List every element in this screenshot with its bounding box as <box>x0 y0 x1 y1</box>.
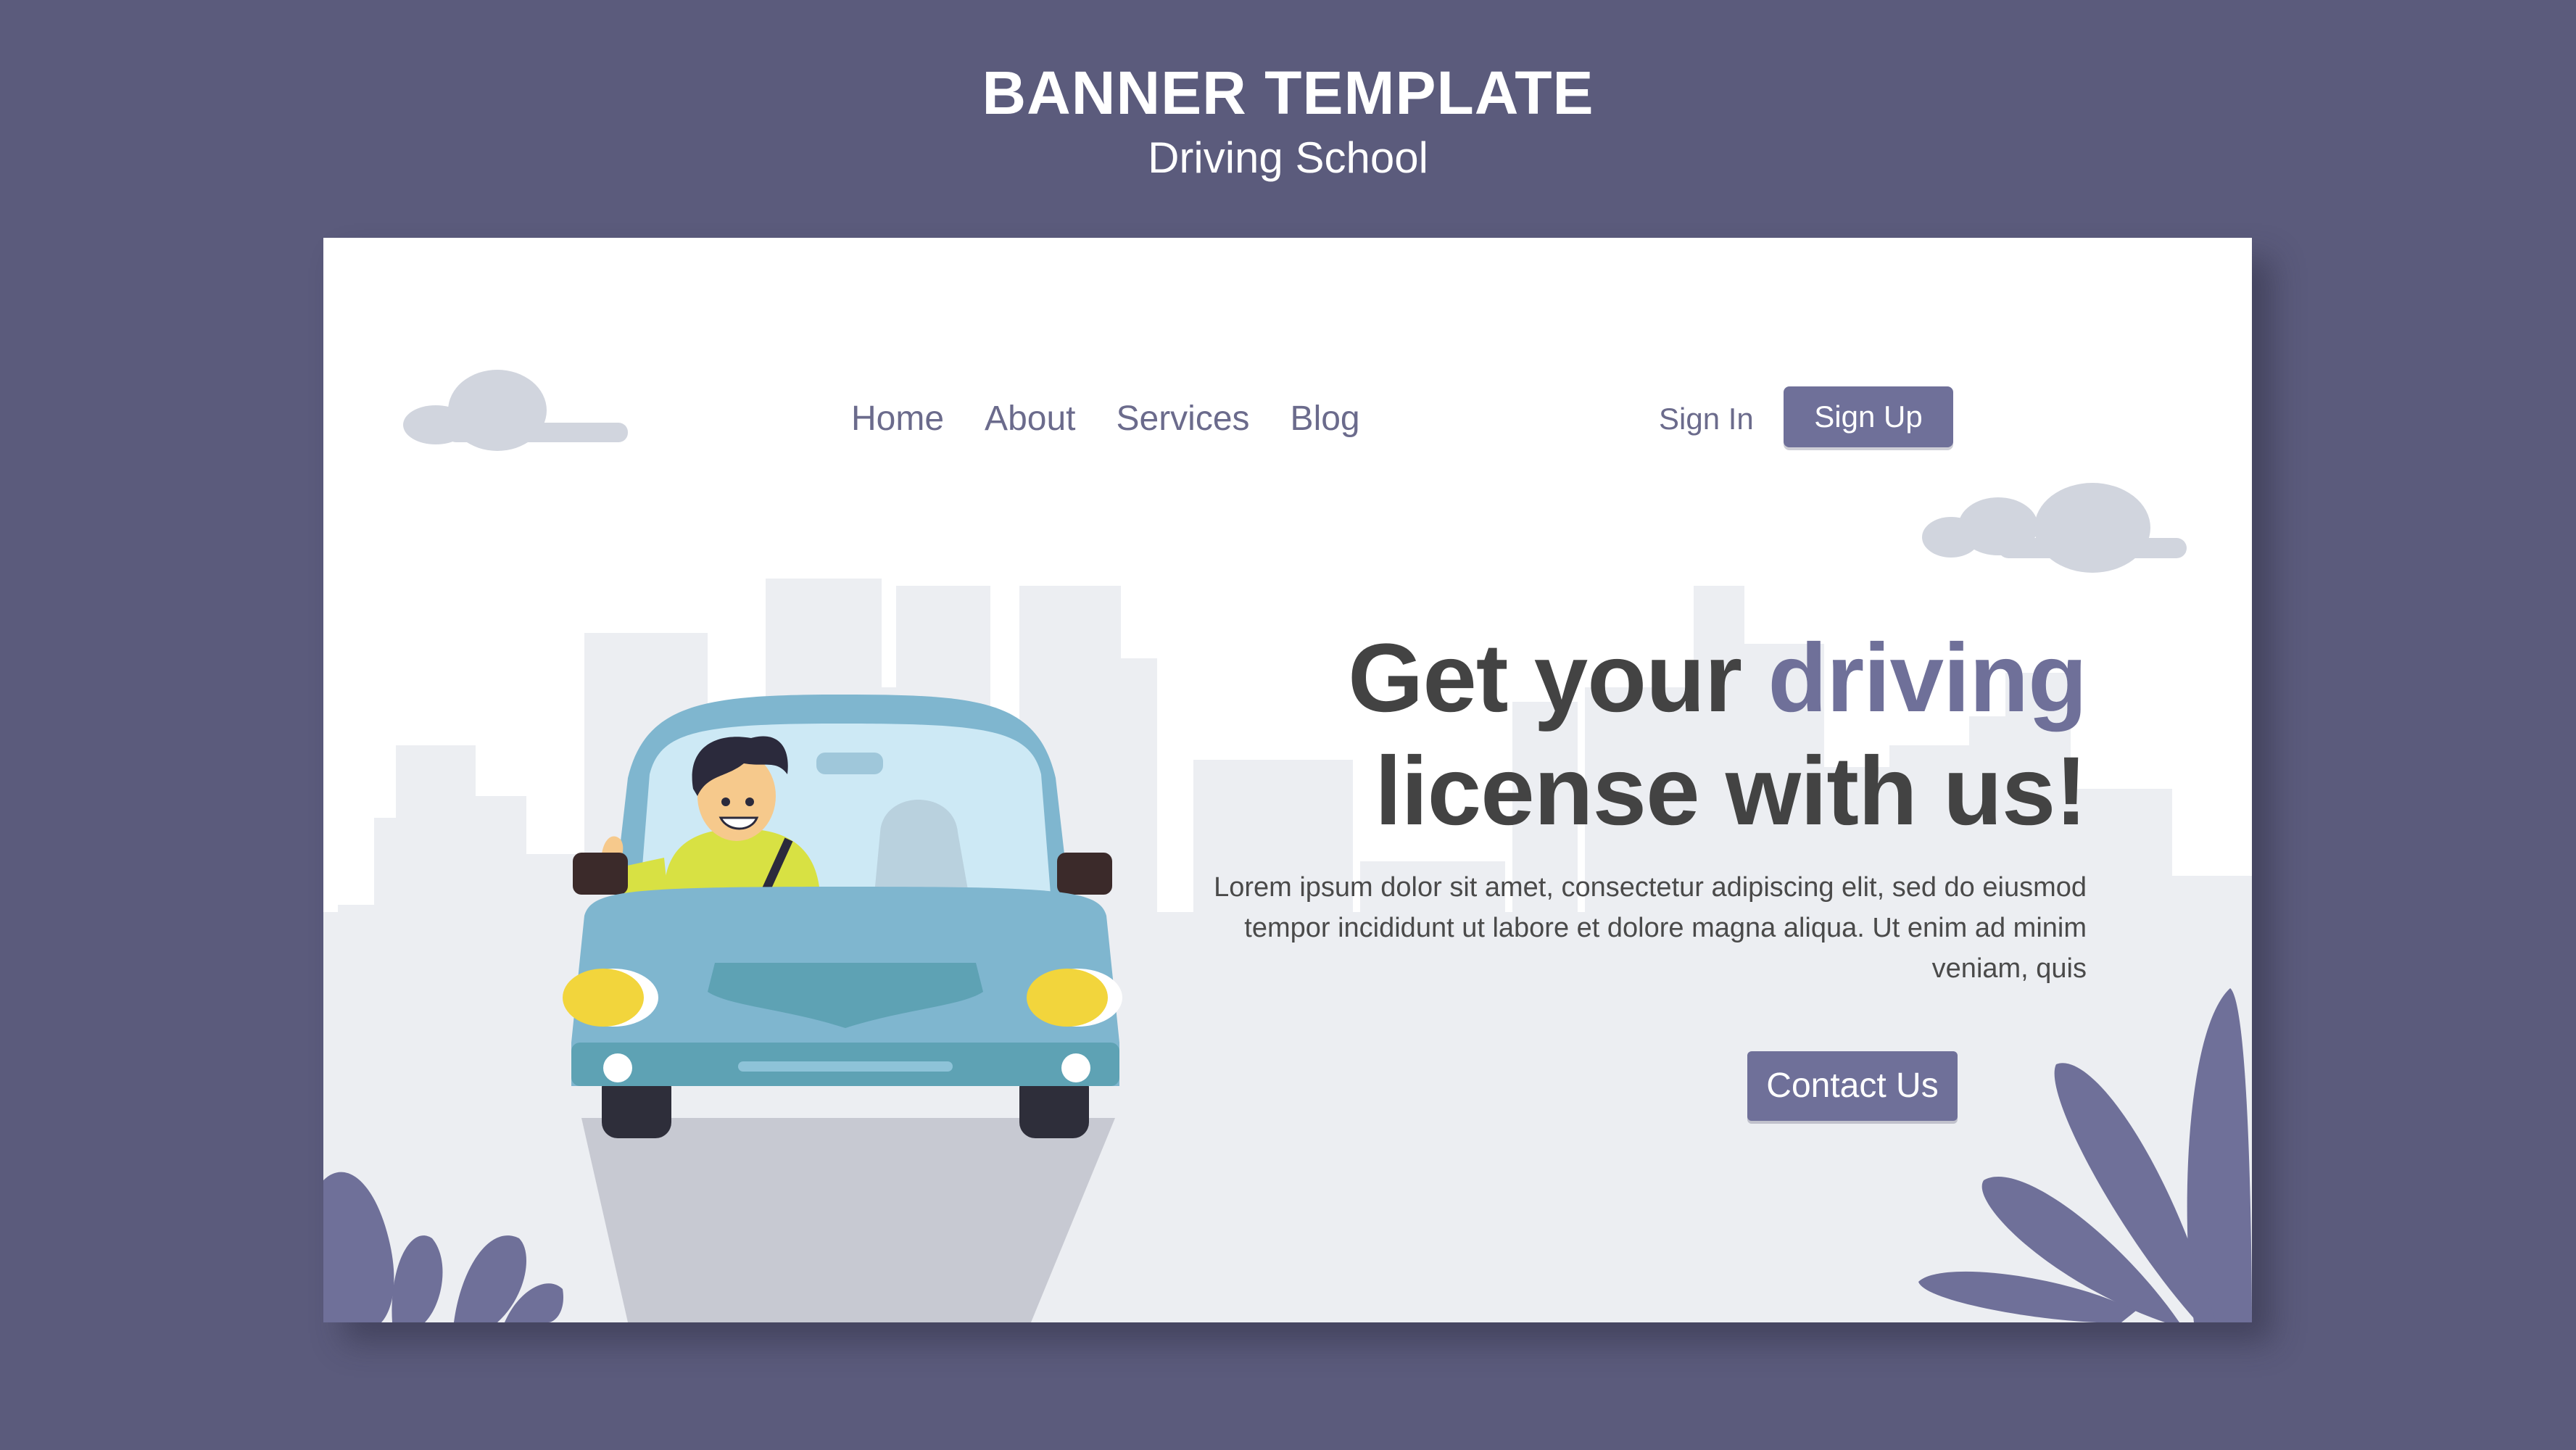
banner-subtitle: Driving School <box>1148 133 1428 182</box>
sign-up-button[interactable]: Sign Up <box>1784 386 1953 447</box>
nav-link-blog[interactable]: Blog <box>1291 390 1360 448</box>
contact-us-button[interactable]: Contact Us <box>1747 1051 1958 1121</box>
cloud-icon <box>403 370 628 451</box>
car-illustration <box>563 695 1122 1138</box>
headline-prefix: Get your <box>1348 624 1768 732</box>
cloud-icon <box>1922 483 2187 573</box>
headline-line-2: license with us! <box>1375 737 2087 845</box>
nav-link-services[interactable]: Services <box>1116 390 1249 448</box>
nav-link-about[interactable]: About <box>985 390 1075 448</box>
road <box>581 1118 1115 1322</box>
banner-title: BANNER TEMPLATE <box>982 59 1594 127</box>
headline-accent: driving <box>1768 624 2087 732</box>
hero-headline: Get your driving license with us! <box>1179 622 2087 848</box>
landing-page-card: Home About Services Blog Sign In Sign Up… <box>323 238 2252 1322</box>
nav-link-home[interactable]: Home <box>851 390 944 448</box>
hero-body-text: Lorem ipsum dolor sit amet, consectetur … <box>1214 872 2087 984</box>
sign-in-link[interactable]: Sign In <box>1659 390 1754 448</box>
main-navigation: Home About Services Blog <box>851 390 1360 448</box>
